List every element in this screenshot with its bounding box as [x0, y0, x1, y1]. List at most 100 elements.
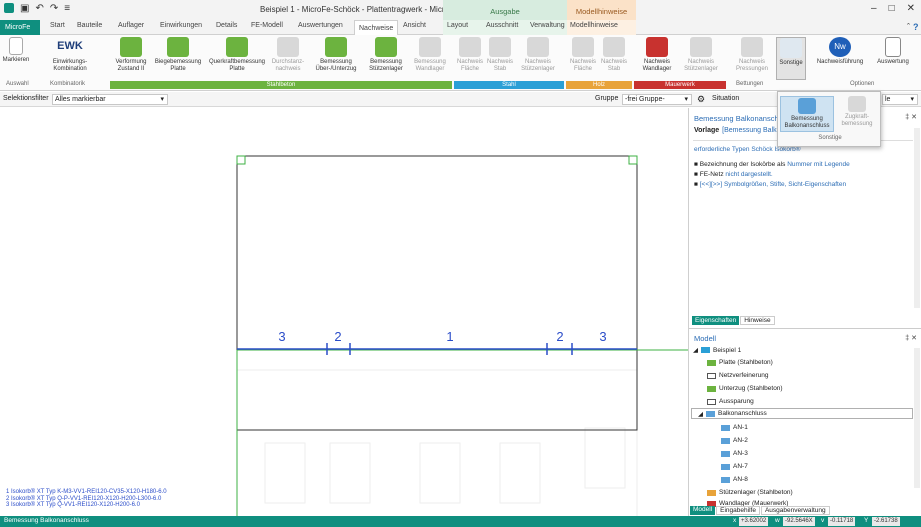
bem-wandlager-button[interactable]: Bemessung Wandlager — [410, 37, 450, 73]
situation-icon[interactable]: ⚙ — [697, 94, 705, 105]
steel-column-icon — [527, 37, 549, 57]
right-pane: Bemessung Balkonanschl ‡ ✕ Vorlage [Beme… — [688, 108, 921, 516]
pin-close-icon[interactable]: ‡ ✕ — [905, 113, 917, 121]
situation-select[interactable]: le ▾ — [882, 94, 918, 105]
cursor-icon — [9, 37, 23, 55]
help-icon[interactable]: ? — [913, 22, 919, 32]
redo-icon[interactable]: ↷ — [50, 3, 58, 14]
tab-ausschnitt[interactable]: Ausschnitt — [486, 22, 518, 29]
verformung-button[interactable]: Verformung Zustand II — [113, 37, 149, 73]
app-logo-icon — [4, 3, 14, 13]
tree-item-an[interactable]: AN-1 — [721, 424, 748, 431]
tab-hinweise[interactable]: Hinweise — [740, 316, 775, 325]
coord-x-label: x — [733, 517, 737, 524]
minimize-icon[interactable]: – — [871, 3, 877, 14]
coord-v: -0.11718 — [828, 517, 856, 526]
vorlage-link[interactable]: [Bemessung Balkon — [722, 127, 784, 134]
undo-icon[interactable]: ↶ — [35, 3, 43, 14]
tree-item-unterzug[interactable]: Unterzug (Stahlbeton) — [707, 385, 783, 392]
tree-item-balkonanschluss[interactable]: ◢ Balkonanschluss — [691, 408, 913, 419]
durchstanz-button[interactable]: Durchstanz- nachweis — [270, 37, 306, 73]
auswertung-button[interactable]: Auswertung — [872, 37, 914, 66]
tab-fe-modell[interactable]: FE-Modell — [251, 22, 283, 29]
chevron-down-icon: ▾ — [160, 96, 164, 103]
tab-microfe[interactable]: MicroFe — [0, 20, 40, 35]
properties-scrollbar[interactable] — [914, 128, 920, 308]
tree-item-netz[interactable]: Netzverfeinerung — [707, 372, 769, 379]
save-icon[interactable]: ▣ — [20, 3, 29, 14]
gruppe-select[interactable]: -frei Gruppe- ▾ — [622, 94, 692, 105]
group-bettungen-label: Bettungen — [736, 81, 764, 87]
tab-auswertungen[interactable]: Auswertungen — [298, 22, 343, 29]
bemessung-balkonanschluss-button[interactable]: Bemessung Balkonanschluss — [780, 96, 834, 132]
nw-stuetzenlager-stahl-button[interactable]: Nachweis Stützenlager — [516, 37, 560, 73]
tab-verwaltung[interactable]: Verwaltung — [530, 22, 565, 29]
situation-label: Situation — [712, 95, 740, 102]
tree-item-an[interactable]: AN-3 — [721, 450, 748, 457]
expand-icon[interactable]: ◢ — [693, 346, 698, 354]
tree-item-an[interactable]: AN-8 — [721, 476, 748, 483]
expand-icon[interactable]: ◢ — [698, 410, 703, 418]
tab-modellhinweise[interactable]: Modellhinweise — [570, 22, 618, 29]
tab-modell[interactable]: Modell — [690, 506, 716, 515]
customize-icon[interactable]: ≡ — [64, 3, 70, 14]
querkraft-button[interactable]: Querkraftbemessung Platte — [206, 37, 268, 73]
nw-pressungen-button[interactable]: Nachweis Pressungen — [732, 37, 772, 73]
model-scrollbar[interactable] — [914, 348, 920, 488]
nw-stuetzenlager-mauerwerk-button[interactable]: Nachweis Stützenlager — [679, 37, 723, 73]
tree-item-stuetzenlager[interactable]: Stützenlager (Stahlbeton) — [707, 489, 793, 496]
maximize-icon[interactable]: □ — [889, 3, 895, 14]
bedding-icon — [741, 37, 763, 57]
tree-item-platte[interactable]: Platte (Stahlbeton) — [707, 359, 773, 366]
ribbon-tab-bar: MicroFe Start Bauteile Auflager Einwirku… — [0, 20, 921, 35]
tab-ansicht[interactable]: Ansicht — [403, 22, 426, 29]
markieren-button[interactable]: Markieren — [2, 37, 30, 64]
vorlage-row: Vorlage [Bemessung Balkon — [694, 127, 785, 134]
bem-ueberzug-button[interactable]: Bemessung Über-/Unterzug — [310, 37, 362, 73]
pane-divider — [689, 328, 921, 329]
tree-item-an[interactable]: AN-2 — [721, 437, 748, 444]
nw-flaeche-holz-button[interactable]: Nachweis Fläche — [568, 37, 598, 73]
nachweisfuehrung-button[interactable]: Nw Nachweisführung — [810, 37, 870, 66]
tab-bauteile[interactable]: Bauteile — [77, 22, 102, 29]
tab-layout[interactable]: Layout — [447, 22, 468, 29]
group-kombinatorik-label: Kombinatorik — [50, 81, 86, 87]
coord-y-label: Y — [864, 517, 869, 524]
selektionsfilter-select[interactable]: Alles markierbar ▾ — [52, 94, 168, 105]
tree-item-aussparung[interactable]: Aussparung — [707, 398, 754, 405]
nw-wandlager-mauerwerk-button[interactable]: Nachweis Wandlager — [637, 37, 677, 73]
tree-item-beispiel[interactable]: ◢ Beispiel 1 — [693, 346, 741, 355]
nw-stab-holz-button[interactable]: Nachweis Stab — [600, 37, 628, 73]
tab-ausgabenverwaltung[interactable]: Ausgabenverwaltung — [760, 506, 830, 515]
mesh-icon — [707, 372, 716, 379]
chevron-down-icon: ▾ — [684, 96, 688, 103]
collapse-ribbon-icon[interactable]: ˆ — [907, 22, 910, 32]
coord-v-label: v — [821, 517, 825, 524]
dim-label-3-right: 3 — [599, 329, 606, 344]
sonstige-icon — [780, 38, 802, 58]
tab-nachweise[interactable]: Nachweise — [354, 20, 399, 35]
tab-details[interactable]: Details — [216, 22, 237, 29]
nw-stab-stahl-button[interactable]: Nachweis Stab — [487, 37, 513, 73]
title-bar: ▣ ↶ ↷ ≡ Beispiel 1 - MicroFe-Schöck - Pl… — [0, 0, 921, 20]
report-icon — [885, 37, 901, 57]
tab-eigenschaften[interactable]: Eigenschaften — [692, 316, 740, 325]
drawing-canvas[interactable]: 3 2 1 2 3 1 Isokorb® XT Typ K-M3-VV1-REI… — [0, 108, 688, 516]
tab-einwirkungen[interactable]: Einwirkungen — [160, 22, 202, 29]
biegebemessung-button[interactable]: Biegebemessung Platte — [152, 37, 204, 73]
zugkraftbemessung-button[interactable]: Zugkraft- bemessung — [836, 96, 878, 128]
tab-eingabehilfe[interactable]: Eingabehilfe — [716, 506, 760, 515]
nw-flaeche-stahl-button[interactable]: Nachweis Fläche — [455, 37, 485, 73]
tree-item-an[interactable]: AN-7 — [721, 463, 748, 470]
erforderliche-typen-link[interactable]: erforderliche Typen Schöck Isokorb® — [694, 146, 801, 153]
tab-auflager[interactable]: Auflager — [118, 22, 144, 29]
tab-start[interactable]: Start — [50, 22, 65, 29]
pin-close-icon[interactable]: ‡ ✕ — [905, 334, 917, 342]
isokorb-icon — [721, 450, 730, 457]
bem-stuetzenlager-button[interactable]: Bemessung Stützenlager — [364, 37, 408, 73]
close-icon[interactable]: ✕ — [907, 3, 915, 14]
ewk-button[interactable]: EWK Einwirkungs- Kombination — [46, 37, 94, 73]
sonstige-button[interactable]: Sonstige — [776, 37, 806, 80]
legend-item: 3 Isokorb® XT Typ Q-VV1-REI120-X120-H200… — [6, 502, 140, 508]
ewk-icon: EWK — [57, 40, 83, 52]
